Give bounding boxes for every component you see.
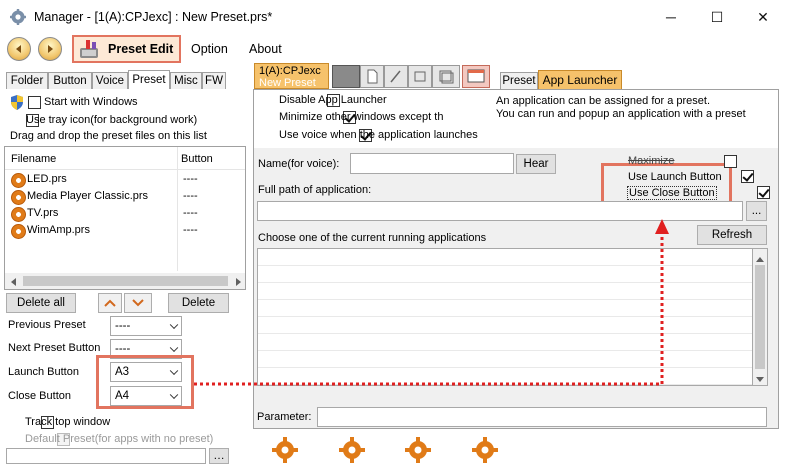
annotation-arrow [194, 219, 669, 386]
